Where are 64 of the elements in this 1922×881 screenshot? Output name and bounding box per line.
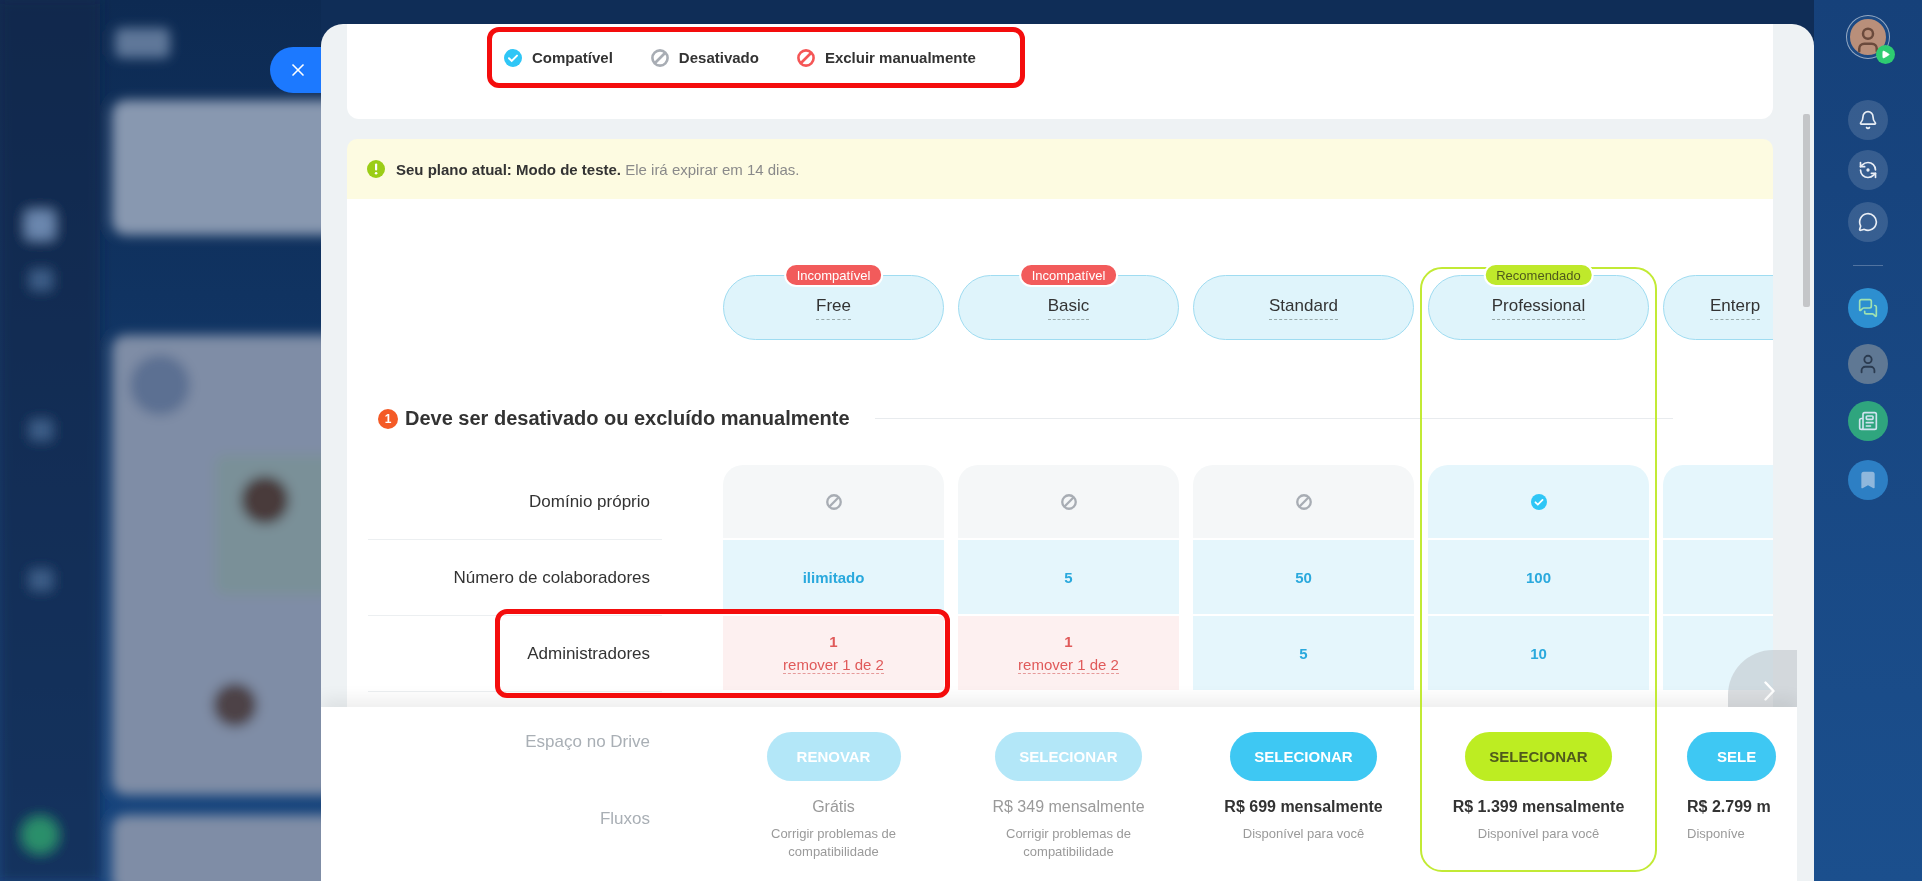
cell-value: 50 <box>1295 568 1312 586</box>
price-text: R$ 349 mensalmente <box>992 798 1145 816</box>
recommended-badge: Recomendado <box>1483 263 1594 287</box>
bookmark-button[interactable] <box>1848 460 1888 500</box>
contact-avatar[interactable] <box>1848 344 1888 384</box>
user-avatar[interactable] <box>1847 16 1889 58</box>
prohibited-icon <box>1295 493 1312 510</box>
row-label: Número de colaboradores <box>368 540 662 616</box>
price-text: R$ 1.399 mensalmente <box>1452 798 1625 816</box>
row-label: Espaço no Drive <box>525 732 650 752</box>
plan-header: Enterp <box>1663 275 1773 340</box>
prohibited-icon <box>796 48 815 67</box>
incompatible-badge: Incompatível <box>783 263 884 287</box>
availability-note: Disponíve <box>1687 825 1745 843</box>
price-text: Grátis <box>812 798 855 816</box>
prohibited-icon <box>650 48 669 67</box>
cell-value: 1 <box>1064 632 1073 650</box>
row-label: Domínio próprio <box>368 465 662 540</box>
cell-value: ilimitado <box>802 568 865 586</box>
select-button[interactable]: SELECIONAR <box>1465 732 1612 781</box>
messages-button[interactable] <box>1848 288 1888 328</box>
messages-icon <box>1858 298 1878 318</box>
close-button[interactable] <box>270 47 321 93</box>
bell-icon <box>1858 110 1878 130</box>
plan-header: Standard <box>1193 275 1414 340</box>
availability-note: Disponível para você <box>1242 825 1365 843</box>
cell-value: 10 <box>1530 644 1547 662</box>
remove-link[interactable]: remover 1 de 2 <box>1018 655 1119 674</box>
legend-label: Compatível <box>532 49 613 66</box>
notifications-button[interactable] <box>1848 100 1888 140</box>
select-button[interactable]: SELECIONAR <box>1230 732 1377 781</box>
section-heading: Deve ser desativado ou excluído manualmente <box>405 407 850 430</box>
availability-note: Corrigir problemas de compatibilidade <box>1005 825 1132 861</box>
select-button[interactable]: SELE <box>1687 732 1777 781</box>
cell-value: 100 <box>1526 568 1551 586</box>
availability-note: Corrigir problemas de compatibilidade <box>770 825 897 861</box>
refresh-icon <box>1858 160 1878 180</box>
check-circle-icon <box>504 48 522 67</box>
chat-button[interactable] <box>1848 202 1888 242</box>
news-button[interactable] <box>1848 401 1888 441</box>
check-circle-icon <box>1530 493 1547 510</box>
chat-bubble-icon <box>1858 212 1878 232</box>
price-text: R$ 699 mensalmente <box>1224 798 1383 816</box>
price-text: R$ 2.799 m <box>1687 798 1771 816</box>
prohibited-icon <box>825 493 842 510</box>
sync-button[interactable] <box>1848 150 1888 190</box>
newspaper-icon <box>1858 411 1878 431</box>
cell-value: 5 <box>1064 568 1073 586</box>
cell-value: 5 <box>1299 644 1308 662</box>
prohibited-icon <box>1060 493 1077 510</box>
count-badge: 1 <box>378 408 398 429</box>
bookmark-icon <box>1858 470 1878 490</box>
exclamation-icon <box>367 160 385 178</box>
row-label: Fluxos <box>599 809 650 829</box>
banner-text: Seu plano atual: Modo de teste. Ele irá expirar em 14 dias. <box>396 160 800 178</box>
legend-label: Excluir manualmente <box>824 49 976 66</box>
row-label: Administradores <box>368 616 662 692</box>
play-icon <box>1876 45 1895 64</box>
availability-note: Disponível para você <box>1477 825 1600 843</box>
legend-label: Desativado <box>678 49 759 66</box>
remove-link[interactable]: remover 1 de 2 <box>783 655 884 674</box>
incompatible-badge: Incompatível <box>1018 263 1119 287</box>
cell-value: 1 <box>829 632 838 650</box>
scrollbar[interactable] <box>1803 114 1810 307</box>
